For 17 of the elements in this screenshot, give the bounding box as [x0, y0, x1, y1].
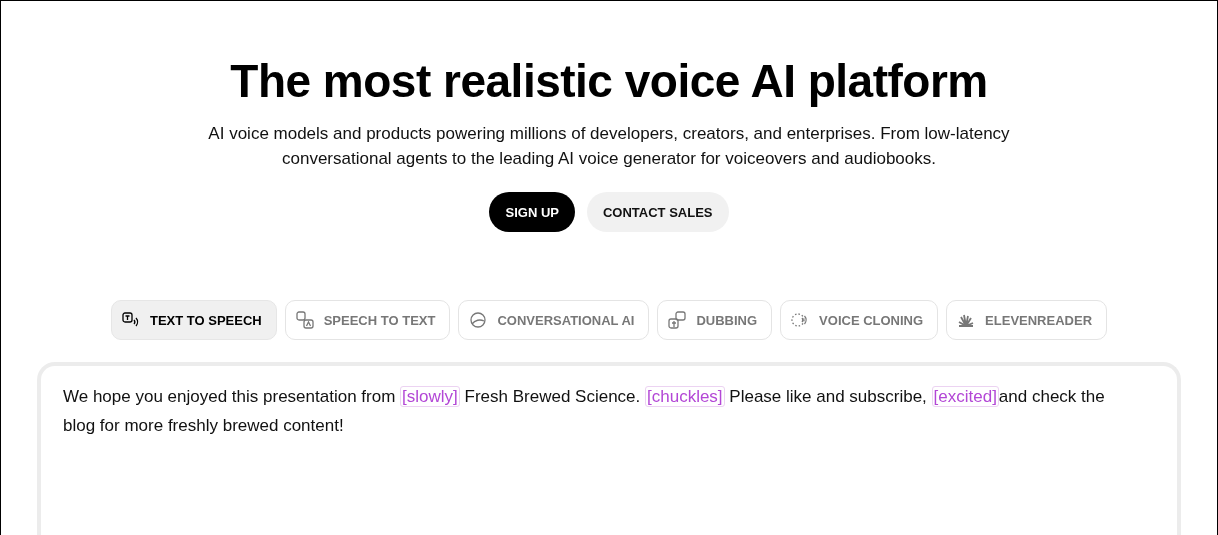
product-tab[interactable]: ELEVENREADER [946, 300, 1108, 340]
product-tab[interactable]: CONVERSATIONAL AI [458, 300, 650, 340]
text-speech-icon [121, 311, 140, 329]
product-tab[interactable]: DUBBING [657, 300, 773, 340]
translate-icon [668, 311, 687, 329]
contact-sales-button[interactable]: CONTACT SALES [586, 192, 729, 232]
product-tab[interactable]: TEXT TO SPEECH [110, 300, 277, 340]
chat-bubble-icon [469, 311, 488, 329]
speech-text-icon [295, 311, 314, 329]
hero-subtitle: AI voice models and products powering millions of developers, creators, and enterprises. From low-latency conversational agents to the leading AI voice generator for voiceovers and audiobooks. [207, 123, 1011, 170]
hero-title: The most realistic voice AI platform [230, 54, 988, 109]
product-tab[interactable]: VOICE CLONING [780, 300, 939, 340]
editor-text: We hope you enjoyed this presentation from [slowly] Fresh Brewed Science. [chuckles] Please like and subscribe, [excited]and check the blog for more freshly brewed content! [63, 385, 1106, 437]
product-tab[interactable]: SPEECH TO TEXT [284, 300, 451, 340]
sign-up-button[interactable]: SIGN UP [489, 192, 575, 232]
text-editor[interactable]: We hope you enjoyed this presentation from [slowly] Fresh Brewed Science. [chuckles] Please like and subscribe, [excited]and check the blog for more freshly brewed content! [37, 362, 1181, 535]
voice-wave-icon [791, 311, 810, 329]
